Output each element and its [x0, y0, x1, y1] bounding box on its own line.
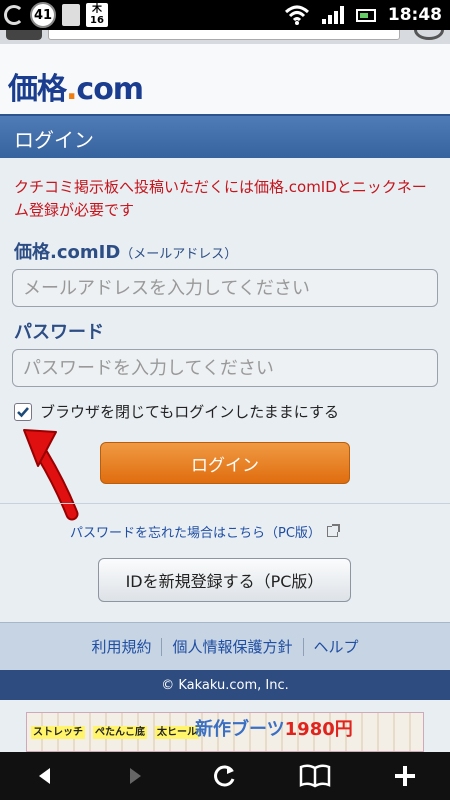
- forward-icon[interactable]: [115, 756, 155, 796]
- bookmarks-icon[interactable]: [295, 756, 335, 796]
- footer-link-help[interactable]: ヘルプ: [314, 636, 359, 657]
- clock: 18:48: [387, 5, 442, 25]
- wifi-icon: [284, 5, 309, 25]
- login-button[interactable]: ログイン: [100, 442, 350, 484]
- logo-text-dot: .: [66, 72, 77, 107]
- battery-icon: [355, 8, 376, 22]
- kakaku-logo[interactable]: 価格.com: [8, 64, 144, 108]
- copyright: © Kakaku.com, Inc.: [0, 670, 450, 700]
- footer-link-privacy[interactable]: 個人情報保護方針: [172, 636, 292, 657]
- banner-tag: 太ヒール: [155, 726, 199, 739]
- banner-headline: 新作ブーツ1980円: [195, 715, 353, 741]
- forgot-password-text[interactable]: パスワードを忘れた場合はこちら（PC版）: [70, 522, 321, 541]
- footer-divider: [161, 637, 163, 656]
- login-title-bar: ログイン: [0, 114, 450, 158]
- page-title: ログイン: [14, 128, 94, 152]
- external-link-icon: [326, 524, 340, 537]
- tab-switcher-button[interactable]: [6, 30, 42, 40]
- annotation-arrow-icon: [23, 429, 79, 521]
- id-label: 価格.comID（メールアドレス）: [14, 238, 237, 264]
- browser-toolbar: [0, 30, 450, 44]
- banner-tag: ぺたんこ底: [93, 726, 147, 739]
- status-left-icons: 41 木 16: [4, 2, 108, 28]
- browser-navbar: [0, 752, 450, 800]
- footer-link-terms[interactable]: 利用規約: [91, 636, 151, 657]
- password-label: パスワード: [14, 322, 104, 343]
- sync-icon: [4, 5, 24, 25]
- login-notice: クチコミ掲示板へ投稿いただくには価格.comIDとニックネーム登録が必要です: [14, 178, 427, 219]
- boots-ad-banner[interactable]: ストレッチ ぺたんこ底 太ヒール 新作ブーツ1980円: [26, 712, 424, 752]
- calendar-icon: 木 16: [86, 3, 108, 27]
- signal-icon: [321, 6, 344, 24]
- site-header: 価格.com: [0, 44, 450, 114]
- calendar-weekday: 木: [92, 4, 102, 15]
- notification-count-badge: 41: [30, 2, 56, 28]
- banner-tags: ストレッチ ぺたんこ底 太ヒール: [31, 723, 207, 739]
- status-right-icons: 18:48: [284, 0, 442, 30]
- menu-icon[interactable]: [414, 30, 444, 40]
- footer-links: 利用規約 個人情報保護方針 ヘルプ: [0, 622, 450, 670]
- status-bar: 41 木 16 18:48: [0, 0, 450, 30]
- section-divider: [0, 503, 450, 504]
- url-field[interactable]: [48, 30, 400, 40]
- banner-tag: ストレッチ: [31, 726, 85, 739]
- register-button[interactable]: IDを新規登録する（PC版）: [98, 558, 351, 602]
- id-label-note: （メールアドレス）: [120, 247, 238, 262]
- ad-area: ストレッチ ぺたんこ底 太ヒール 新作ブーツ1980円: [0, 700, 450, 752]
- logo-text-com: com: [76, 72, 144, 107]
- forgot-password-link[interactable]: パスワードを忘れた場合はこちら（PC版）: [70, 522, 340, 541]
- password-field[interactable]: [12, 349, 438, 387]
- back-icon[interactable]: [25, 756, 65, 796]
- clipboard-icon: [62, 4, 80, 26]
- logo-text-kakaku: 価格: [8, 72, 67, 107]
- banner-headline-b: 1980円: [284, 719, 353, 740]
- new-tab-icon[interactable]: [385, 756, 425, 796]
- calendar-day: 16: [90, 15, 104, 26]
- banner-headline-a: 新作ブーツ: [195, 719, 285, 740]
- footer-divider: [302, 637, 304, 656]
- reload-icon[interactable]: [205, 756, 245, 796]
- id-label-text: 価格.comID: [14, 242, 121, 263]
- email-field[interactable]: [12, 269, 438, 307]
